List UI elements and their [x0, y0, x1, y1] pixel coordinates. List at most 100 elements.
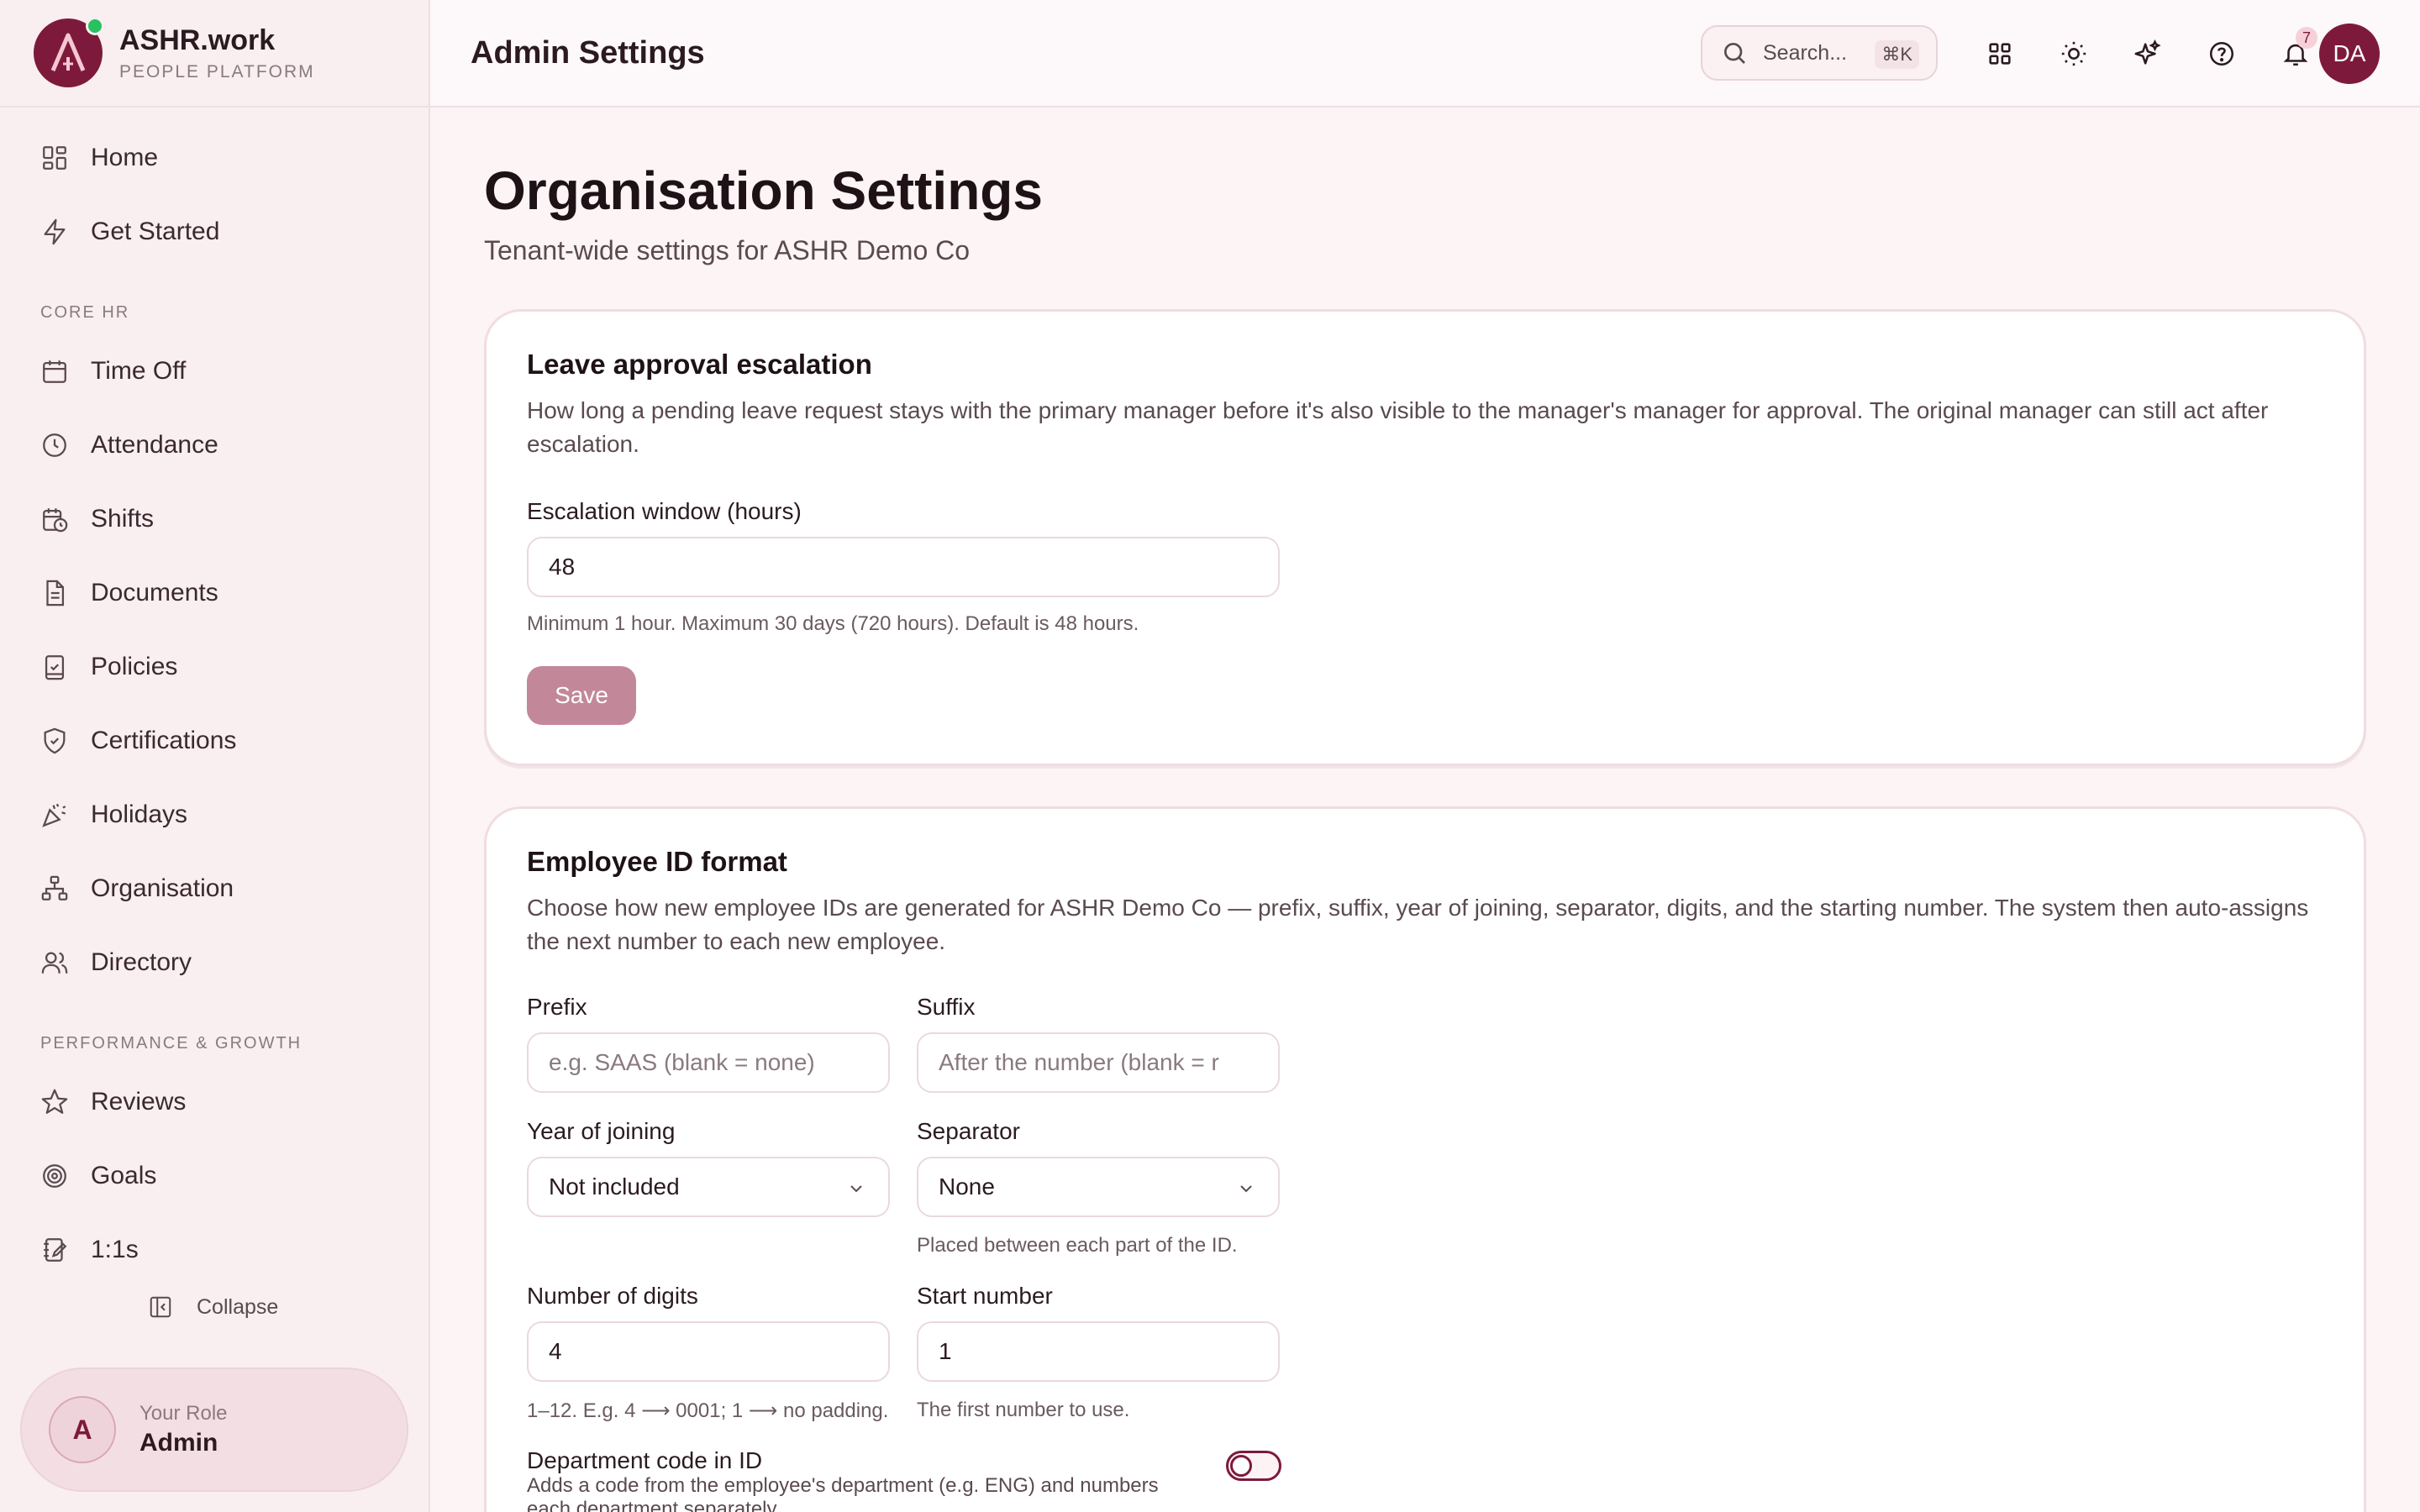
lightning-icon [44, 218, 66, 245]
user-avatar[interactable]: DA [2319, 24, 2380, 84]
chevron-down-icon [1240, 1185, 1252, 1193]
help-button[interactable] [2196, 29, 2247, 79]
sidebar-item-policies[interactable]: Policies [0, 630, 429, 704]
ai-assistant-button[interactable] [2123, 29, 2173, 79]
escalation-window-hint: Minimum 1 hour. Maximum 30 days (720 hou… [527, 612, 1139, 635]
collapse-sidebar-button[interactable]: Collapse [148, 1290, 278, 1324]
header-title: Admin Settings [471, 34, 705, 71]
clock-icon [43, 433, 66, 457]
suffix-input[interactable]: After the number (blank = r [917, 1032, 1280, 1093]
suffix-label: Suffix [917, 994, 976, 1020]
party-icon [42, 803, 66, 827]
calendar-clock-icon [43, 508, 68, 533]
nav-section-performance: PERFORMANCE & GROWTH [40, 1034, 302, 1053]
separator-hint: Placed between each part of the ID. [917, 1234, 1238, 1257]
theme-toggle-button[interactable] [2049, 29, 2099, 79]
document-icon [46, 580, 65, 606]
shield-check-icon [44, 727, 66, 754]
start-number-label: Start number [917, 1283, 1053, 1309]
search-placeholder: Search... [1763, 40, 1848, 65]
chevron-down-icon [850, 1185, 862, 1193]
department-code-description: Adds a code from the employee's departme… [527, 1474, 1159, 1512]
number-of-digits-input[interactable]: 4 [527, 1321, 890, 1382]
sidebar-item-documents[interactable]: Documents [0, 556, 429, 630]
start-number-input[interactable]: 1 [917, 1321, 1280, 1382]
card-title: Leave approval escalation [527, 349, 872, 380]
separator-label: Separator [917, 1118, 1020, 1144]
search-shortcut: ⌘K [1875, 40, 1919, 69]
help-icon [2209, 41, 2234, 66]
card-description: Choose how new employee IDs are generate… [527, 895, 2309, 954]
sidebar-item-label: Goals [91, 1162, 157, 1189]
sidebar-item-time-off[interactable]: Time Off [0, 334, 429, 408]
sidebar-item-holidays[interactable]: Holidays [0, 778, 429, 852]
prefix-label: Prefix [527, 994, 587, 1020]
number-of-digits-label: Number of digits [527, 1283, 698, 1309]
sidebar-item-label: Certifications [91, 727, 237, 754]
search-icon [1724, 43, 1745, 64]
sidebar-nav: Home Get Started CORE HR Time Off Attend… [0, 108, 429, 1287]
sidebar-item-label: Attendance [91, 431, 218, 459]
sidebar-item-directory[interactable]: Directory [0, 926, 429, 1000]
notebook-icon [44, 1238, 67, 1262]
department-code-toggle[interactable] [1226, 1451, 1281, 1481]
card-title: Employee ID format [527, 846, 787, 877]
year-of-joining-select[interactable]: Not included [527, 1157, 890, 1217]
sidebar: ASHR.work PEOPLE PLATFORM Home Get Start… [0, 0, 430, 1512]
leave-escalation-card: Leave approval escalation How long a pen… [484, 309, 2366, 766]
sidebar-item-label: Holidays [91, 801, 188, 828]
top-header: Admin Settings Search... ⌘K 7 DA [430, 0, 2420, 108]
role-label: Your Role [139, 1402, 228, 1425]
sidebar-item-label: Reviews [91, 1088, 187, 1116]
nav-section-core-hr: CORE HR [40, 303, 130, 322]
calendar-icon [43, 360, 66, 383]
brand-name: ASHR.work [119, 24, 276, 56]
users-icon [41, 952, 68, 974]
sidebar-item-goals[interactable]: Goals [0, 1139, 429, 1213]
sidebar-item-one-on-ones[interactable]: 1:1s [0, 1213, 429, 1287]
brand-subtitle: PEOPLE PLATFORM [119, 61, 315, 81]
role-card[interactable]: A Your Role Admin [20, 1368, 408, 1492]
collapse-label: Collapse [197, 1294, 279, 1319]
sidebar-item-label: Policies [91, 653, 178, 680]
employee-id-format-card: Employee ID format Choose how new employ… [484, 806, 2366, 1512]
sun-icon [2061, 41, 2086, 66]
sidebar-item-certifications[interactable]: Certifications [0, 704, 429, 778]
collapse-icon [150, 1296, 171, 1318]
sidebar-item-label: Shifts [91, 505, 155, 533]
sidebar-item-attendance[interactable]: Attendance [0, 408, 429, 482]
online-status-dot [86, 17, 104, 35]
sidebar-item-reviews[interactable]: Reviews [0, 1065, 429, 1139]
page-subtitle: Tenant-wide settings for ASHR Demo Co [484, 235, 971, 265]
number-of-digits-hint: 1–12. E.g. 4 ⟶ 0001; 1 ⟶ no padding. [527, 1399, 889, 1422]
sidebar-item-label: Directory [91, 948, 192, 976]
brand[interactable]: ASHR.work PEOPLE PLATFORM [0, 0, 429, 108]
year-of-joining-label: Year of joining [527, 1118, 676, 1144]
sidebar-item-label: Documents [91, 579, 218, 606]
clipboard-check-icon [45, 655, 65, 680]
role-avatar: A [49, 1396, 116, 1463]
sidebar-item-label: Organisation [91, 874, 234, 902]
notification-badge: 7 [2296, 27, 2317, 49]
prefix-input[interactable]: e.g. SAAS (blank = none) [527, 1032, 890, 1093]
escalation-window-input[interactable]: 48 [527, 537, 1280, 597]
save-button[interactable]: Save [527, 666, 636, 725]
org-chart-icon [41, 875, 68, 900]
sidebar-item-home[interactable]: Home [0, 121, 429, 195]
sidebar-item-label: Time Off [91, 357, 187, 385]
page-title: Organisation Settings [484, 160, 1043, 221]
sidebar-item-shifts[interactable]: Shifts [0, 482, 429, 556]
notifications-button[interactable]: 7 [2270, 27, 2321, 79]
sparkles-icon [2134, 39, 2161, 65]
separator-select[interactable]: None [917, 1157, 1280, 1217]
brand-logo-icon [50, 33, 86, 71]
sidebar-item-get-started[interactable]: Get Started [0, 195, 429, 269]
year-of-joining-value: Not included [549, 1173, 680, 1200]
target-icon [43, 1164, 66, 1188]
sidebar-item-label: Get Started [91, 218, 220, 245]
separator-value: None [939, 1173, 995, 1200]
apps-button[interactable] [1975, 29, 2025, 79]
search-box[interactable]: Search... ⌘K [1701, 25, 1938, 81]
role-value: Admin [139, 1429, 218, 1457]
sidebar-item-organisation[interactable]: Organisation [0, 852, 429, 926]
